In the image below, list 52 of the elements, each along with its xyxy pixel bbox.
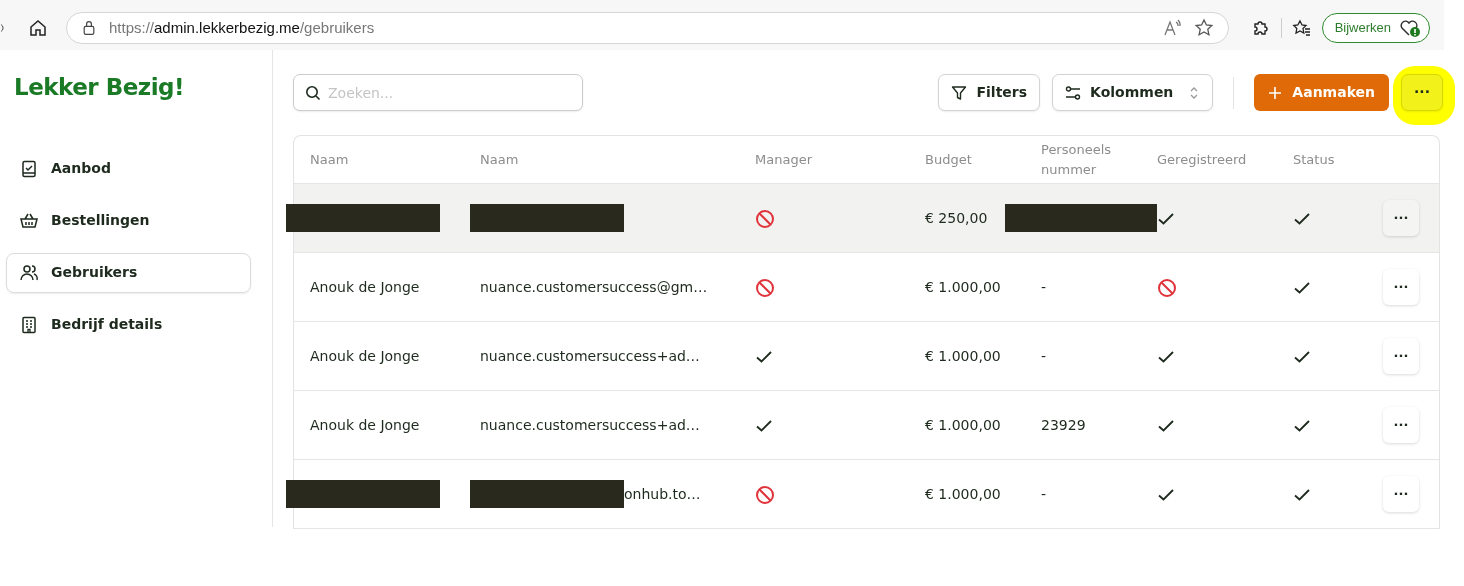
sliders-icon (1065, 84, 1082, 101)
sidebar-item[interactable]: Bedrijf details (6, 304, 251, 345)
column-header: Naam (480, 150, 520, 169)
funnel-icon (951, 84, 968, 101)
more-button[interactable]: ··· (1401, 74, 1443, 111)
sidebar-item[interactable]: Aanbod (6, 148, 251, 189)
home-icon[interactable] (28, 18, 48, 38)
search-field[interactable]: Zoeken... (293, 74, 583, 111)
filters-button[interactable]: Filters (938, 74, 1041, 111)
building-icon (19, 314, 39, 335)
sidebar-item[interactable]: Gebruikers (6, 252, 251, 293)
sidebar-item[interactable]: Bestellingen (6, 200, 251, 241)
users-icon (19, 262, 39, 283)
star-icon[interactable] (1193, 18, 1214, 38)
table-cell-text: nuance.customersuccess+ad… (480, 346, 700, 366)
table-cell: € 1.000,00 (925, 416, 1001, 433)
row-menu-button[interactable]: ··· (1383, 476, 1419, 512)
table-cell-text: nuance.customersuccess@gm… (480, 277, 708, 297)
columns-button[interactable]: Kolommen (1052, 74, 1214, 111)
row-menu-button[interactable]: ··· (1383, 338, 1419, 374)
row-menu-button[interactable]: ··· (1383, 269, 1419, 305)
column-header: Manager (755, 150, 813, 169)
favorites-icon[interactable] (1291, 18, 1312, 38)
heart-alert-icon (1399, 18, 1421, 38)
column-header: Naam (310, 150, 350, 169)
url-text: https://admin.lekkerbezig.me/gebruikers (109, 17, 375, 38)
address-bar[interactable]: https://admin.lekkerbezig.me/gebruikers (66, 12, 1229, 44)
table-cell: € 250,00 (925, 209, 988, 226)
plus-icon (1268, 85, 1283, 100)
update-button[interactable]: Bijwerken (1321, 13, 1430, 43)
table-cell-text: 23929 (1041, 415, 1086, 435)
table-cell-text: Anouk de Jonge (310, 415, 420, 435)
table-cell-text: - (1041, 346, 1047, 366)
table-cell-text: - (1041, 277, 1047, 297)
column-header: Geregistreerd (1157, 150, 1248, 169)
column-header: Personeels nummer (1041, 141, 1113, 179)
row-menu-button[interactable]: ··· (1383, 200, 1419, 236)
column-header: Budget (925, 150, 973, 169)
read-aloud-icon[interactable] (1161, 18, 1182, 38)
table-cell-text: Anouk de Jonge (310, 277, 420, 297)
table-cell-text: nuance.customersuccess+ad… (480, 415, 700, 435)
table-cell: € 1.000,00 (925, 485, 1001, 502)
table-cell-text: onhub.to… (624, 484, 701, 504)
table-cell: € 1.000,00 (925, 347, 1001, 364)
checklist-icon (19, 158, 39, 179)
lock-icon[interactable] (81, 20, 97, 36)
table-cell-text: - (1041, 484, 1047, 504)
table-cell: € 1.000,00 (925, 278, 1001, 295)
column-header: Status (1293, 150, 1336, 169)
row-menu-button[interactable]: ··· (1383, 407, 1419, 443)
logo-text: Lekker Bezig! (14, 73, 186, 102)
table-cell-text: Anouk de Jonge (310, 346, 420, 366)
